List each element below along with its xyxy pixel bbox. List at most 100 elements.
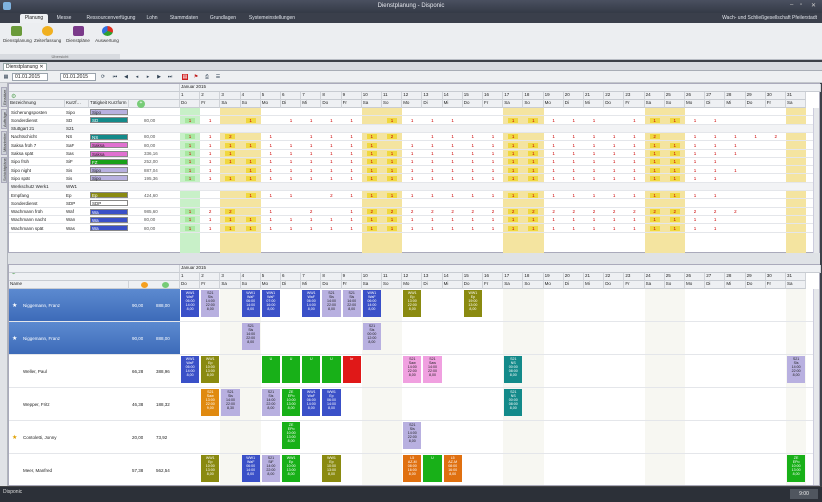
shift-block[interactable]: S21 Saw 14:00 22:00 8,00 xyxy=(403,356,422,383)
zeiterfassung-button[interactable]: Zeiterfassung xyxy=(34,25,61,55)
tab-lohn[interactable]: Lohn xyxy=(142,14,162,23)
shift-block[interactable]: WW1 WaF 06:00 14:00 8,00 xyxy=(181,290,200,317)
shift-block[interactable]: S21 NS 00:00 08:00 8,00 xyxy=(504,389,523,416)
shift-block[interactable]: WW1 WaF 07:00 16:00 8,00 xyxy=(261,290,280,317)
star-icon[interactable]: ★ xyxy=(12,434,17,441)
gear-icon[interactable]: ⚙ xyxy=(11,93,16,100)
prev-icon[interactable]: ◂ xyxy=(134,74,140,80)
demand-value: 2 xyxy=(572,209,576,215)
shift-block[interactable]: S21 Sis 14:00 22:00 8,00 xyxy=(241,323,260,350)
shift-block[interactable]: S21 Sis 14:00 22:00 8,00 xyxy=(261,389,280,416)
shift-block[interactable]: S21 Sis 14:00 22:00 8,30 xyxy=(221,389,240,416)
tab-system[interactable]: Systemeinstellungen xyxy=(244,14,300,23)
shift-block[interactable]: WW1 Ep 10:00 13:00 8,00 xyxy=(282,455,301,482)
column-bezeichnung[interactable]: Bezeichnung xyxy=(9,100,65,108)
shift-block[interactable]: WW1 Ep 19:00 13:00 8,00 xyxy=(463,290,482,317)
maximize-icon[interactable]: ▫ xyxy=(800,2,802,8)
side-tab-einsaetze[interactable]: Einsätze xyxy=(1,87,7,107)
shift-block[interactable]: S21 Sis 14:00 22:00 8,00 xyxy=(403,422,422,449)
date-to-field[interactable]: 01.01.2015 xyxy=(60,73,96,81)
minimize-icon[interactable]: ‒ xyxy=(790,2,793,8)
shift-block[interactable]: L5 AZ-M 08:00 16:00 8,00 xyxy=(443,455,462,482)
shift-block[interactable]: S21 Sis 14:00 22:00 8,00 xyxy=(342,290,361,317)
shift-block[interactable]: S21 Saw 13:00 22:00 9,00 xyxy=(201,389,220,416)
side-tab-mitarbeiter[interactable]: Mitarbeiter xyxy=(1,131,7,155)
tab-planung[interactable]: Planung xyxy=(20,14,48,23)
shift-block[interactable]: U xyxy=(322,356,341,383)
dienstplanung-button[interactable]: Dienstplanung xyxy=(3,25,32,55)
tab-stammdaten[interactable]: Stammdaten xyxy=(166,14,202,23)
shift-block[interactable]: S21 SiF 14:00 22:00 8,00 xyxy=(261,455,280,482)
first-icon[interactable]: ⏮ xyxy=(112,74,118,80)
refresh-icon[interactable]: ⟳ xyxy=(100,74,106,80)
flag-icon[interactable]: ⚑ xyxy=(193,74,199,80)
day-number: 19 xyxy=(543,273,564,281)
side-tab-auftraege[interactable]: Aufträge xyxy=(1,109,7,129)
vertical-scrollbar[interactable] xyxy=(813,108,819,253)
date-from-field[interactable]: 01.01.2015 xyxy=(12,73,48,81)
shift-block[interactable]: WW1 Ep 06:00 14:00 8,00 xyxy=(322,389,341,416)
shift-block[interactable]: WW1 Ep 10:00 13:00 8,00 xyxy=(322,455,341,482)
demand-value: 1 xyxy=(410,142,414,148)
shift-block[interactable]: U xyxy=(423,455,442,482)
shift-block[interactable]: WW1 WaF 06:00 14:00 8,00 xyxy=(181,356,200,383)
splitter[interactable] xyxy=(8,253,820,264)
last-icon[interactable]: ⏭ xyxy=(167,74,173,80)
shift-block[interactable]: WW1 WaF 06:00 14:00 8,00 xyxy=(302,290,321,317)
star-icon[interactable]: ★ xyxy=(12,302,17,309)
demand-value: 1 xyxy=(649,225,660,231)
demand-value: 2 xyxy=(734,209,737,215)
tab-messe[interactable]: Messe xyxy=(52,14,76,23)
shift-block[interactable]: kr xyxy=(342,356,361,383)
shift-block[interactable]: S21 Sis 00:00 12:00 8,00 xyxy=(362,323,381,350)
shift-block[interactable]: U xyxy=(261,356,280,383)
pdf-icon[interactable]: ▤ xyxy=(182,74,188,80)
shift-block[interactable]: S21 Sis 14:00 22:00 8,00 xyxy=(322,290,341,317)
calendar-icon[interactable]: ▦ xyxy=(3,74,9,80)
demand-value: 1 xyxy=(309,142,313,148)
next-icon[interactable]: ▸ xyxy=(145,74,151,80)
prev-month-icon[interactable]: ◀ xyxy=(123,74,129,80)
shift-block[interactable]: WW1 Ep 13:00 22:00 8,00 xyxy=(403,290,422,317)
add-icon[interactable]: + xyxy=(137,100,145,108)
dienstplaene-button[interactable]: Dienstpläne xyxy=(65,25,91,55)
list-icon[interactable]: ☰ xyxy=(215,74,221,80)
print-icon[interactable]: ⎙ xyxy=(204,74,210,80)
shift-block[interactable]: ZE EPo 10:00 13:00 8,00 xyxy=(282,422,301,449)
shift-block[interactable]: L5 AZ-M 08:00 16:00 8,00 xyxy=(403,455,422,482)
close-tab-icon[interactable]: ✕ xyxy=(39,64,43,70)
shift-block[interactable]: WW1 WaF 06:00 14:00 8,00 xyxy=(302,389,321,416)
close-icon[interactable]: ✕ xyxy=(811,2,816,9)
shift-block[interactable]: WW1 WaF 06:00 14:00 8,00 xyxy=(241,290,260,317)
auswertung-button[interactable]: Auswertung xyxy=(94,25,120,55)
column-kurzform[interactable]: Kurzf… xyxy=(65,100,89,108)
shift-block[interactable]: U xyxy=(302,356,321,383)
shift-block[interactable]: S21 NS 00:00 08:00 8,00 xyxy=(504,356,523,383)
shift-block[interactable]: WW1 Ep 10:00 13:00 8,00 xyxy=(201,455,220,482)
shift-block[interactable]: ZE EPo 10:00 13:00 8,00 xyxy=(282,389,301,416)
shift-block[interactable]: U xyxy=(282,356,301,383)
column-name[interactable]: Name xyxy=(9,281,129,289)
demand-value: 1 xyxy=(350,151,353,156)
tab-grundlagen[interactable]: Grundlagen xyxy=(206,14,240,23)
total-hours: 80,00 xyxy=(144,142,156,148)
shift-block[interactable]: WW1 WaF 06:00 14:00 8,00 xyxy=(241,455,260,482)
shift-block[interactable]: WW1 WaF 06:00 14:00 8,00 xyxy=(362,290,381,317)
demand-value: 2 xyxy=(669,209,680,215)
tab-ressourcen[interactable]: Ressourcenverfügung xyxy=(80,14,142,23)
shift-block[interactable]: WW1 Ep 10:00 13:00 8,00 xyxy=(201,356,220,383)
vertical-scrollbar[interactable] xyxy=(813,289,819,485)
tab-dienstplanung-doc[interactable]: Dienstplanung ✕ xyxy=(3,63,47,71)
shift-block[interactable]: ZE EPo 10:00 13:00 8,00 xyxy=(787,455,806,482)
shift-block[interactable]: S21 Sis 14:00 22:00 8,00 xyxy=(201,290,220,317)
weekday-label: Fr xyxy=(765,100,786,108)
activity-swatch: Wa xyxy=(90,216,128,223)
shift-block[interactable]: S21 Sis 14:00 22:00 8,00 xyxy=(787,356,806,383)
column-taetigkeit[interactable]: Tätigkeit Kurzform xyxy=(89,100,129,108)
shift-block[interactable]: S21 Saw 14:00 22:00 8,00 xyxy=(423,356,442,383)
next-month-icon[interactable]: ▶ xyxy=(156,74,162,80)
demand-value: 1 xyxy=(289,142,293,148)
side-tab-schichtplaene[interactable]: Schichtpläne xyxy=(1,157,7,183)
demand-value: 1 xyxy=(225,217,236,223)
star-icon[interactable]: ★ xyxy=(12,335,17,342)
